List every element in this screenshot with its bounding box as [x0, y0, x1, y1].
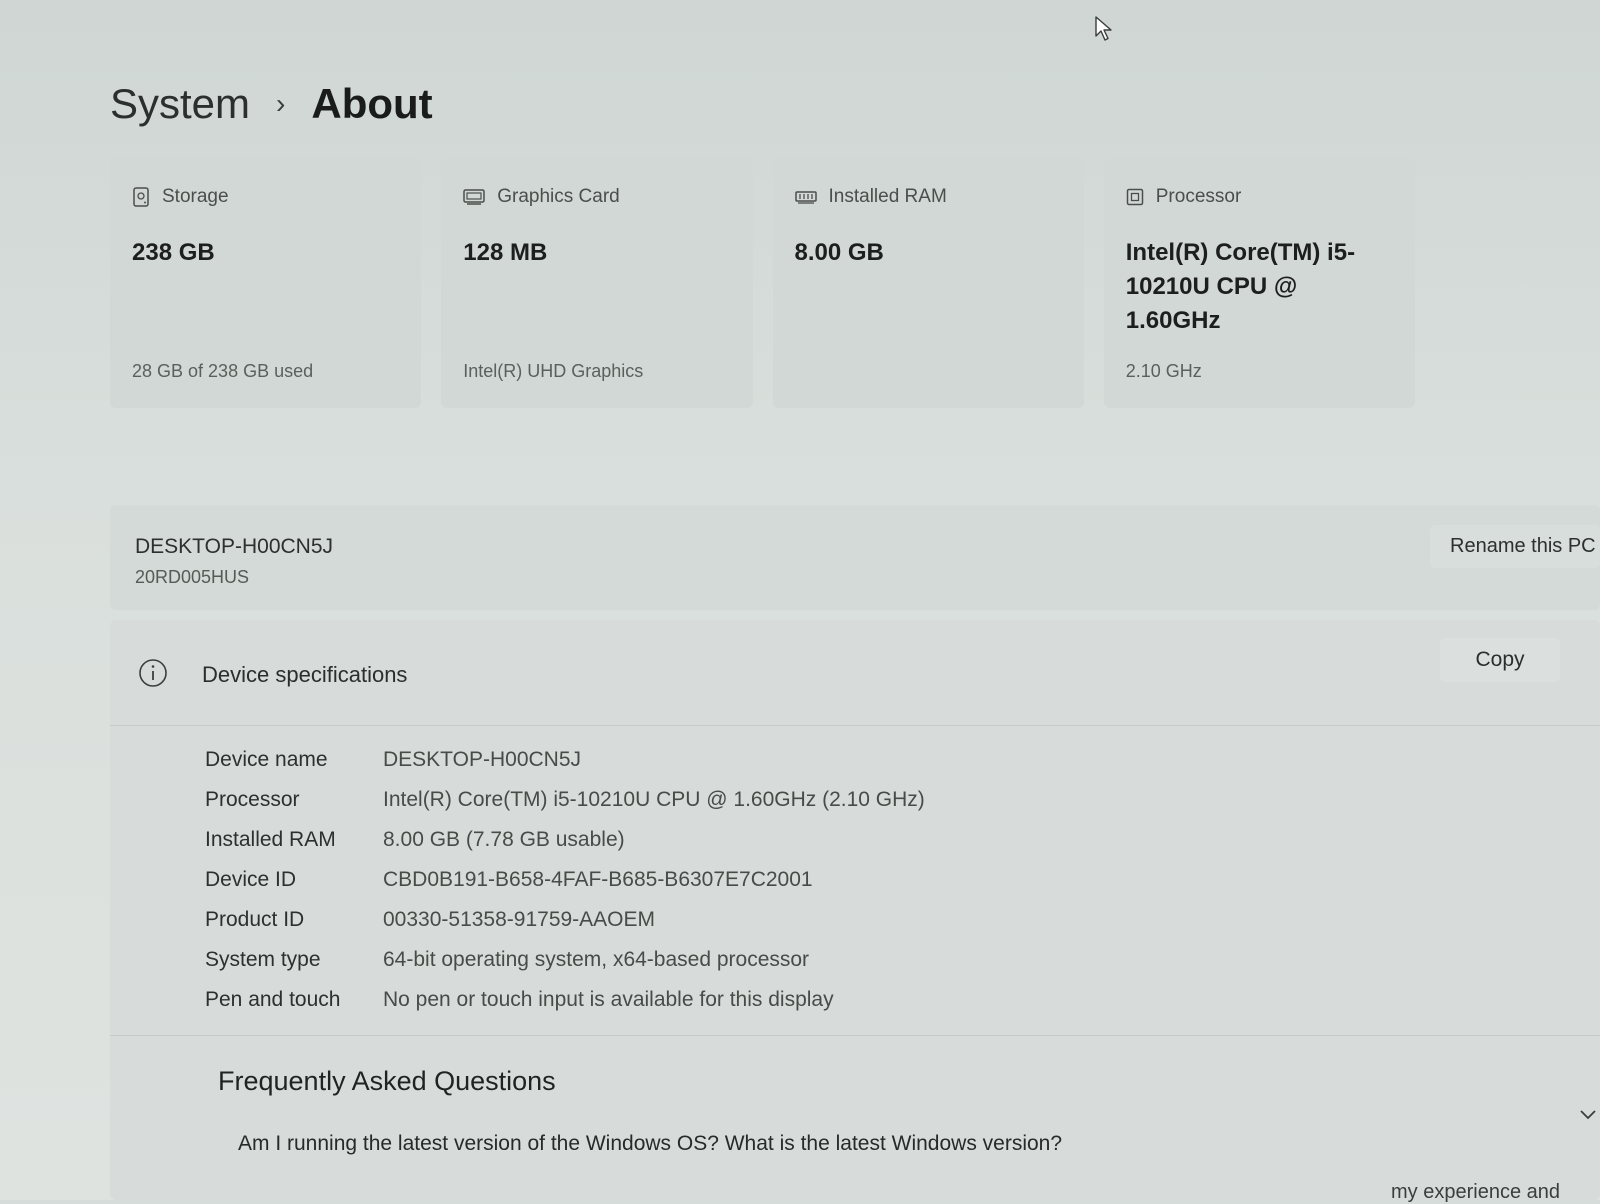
- storage-card-label: Storage: [162, 186, 229, 207]
- page-title: About: [311, 80, 433, 127]
- chevron-down-icon[interactable]: [1576, 1104, 1600, 1124]
- graphics-card-value: 128 MB: [463, 239, 548, 266]
- device-model: 20RD005HUS: [135, 567, 250, 587]
- spec-row-device-name: Device name DESKTOP-H00CN5J: [205, 740, 925, 780]
- storage-card-value: 238 GB: [132, 239, 215, 266]
- faq-section: Frequently Asked Questions Am I running …: [110, 1035, 1600, 1203]
- device-specifications-panel: Device specifications Copy Device name D…: [110, 620, 1600, 1203]
- spec-value[interactable]: CBD0B191-B658-4FAF-B685-B6307E7C2001: [383, 868, 813, 892]
- spec-label: Device ID: [205, 868, 297, 891]
- spec-value[interactable]: No pen or touch input is available for t…: [383, 988, 834, 1012]
- spec-value[interactable]: 64-bit operating system, x64-based proce…: [383, 948, 809, 972]
- storage-icon: [133, 187, 149, 207]
- ram-card-value: 8.00 GB: [794, 239, 884, 266]
- spec-row-processor: Processor Intel(R) Core(TM) i5-10210U CP…: [205, 780, 925, 820]
- processor-card-speed: 2.10 GHz: [1125, 361, 1202, 381]
- spec-label: Processor: [205, 788, 300, 811]
- spec-value[interactable]: 8.00 GB (7.78 GB usable): [383, 828, 625, 852]
- ram-card-label: Installed RAM: [828, 186, 947, 207]
- storage-card[interactable]: Storage 238 GB 28 GB of 238 GB used: [110, 158, 422, 408]
- device-name: DESKTOP-H00CN5J: [135, 535, 334, 558]
- spec-label: Installed RAM: [205, 828, 336, 851]
- spec-label: System type: [205, 948, 321, 971]
- spec-label: Product ID: [205, 908, 305, 931]
- faq-question[interactable]: Am I running the latest version of the W…: [238, 1132, 1062, 1156]
- copy-specs-button[interactable]: Copy: [1440, 638, 1560, 682]
- spec-row-installed-ram: Installed RAM 8.00 GB (7.78 GB usable): [205, 820, 925, 860]
- processor-card[interactable]: Processor Intel(R) Core(TM) i5-10210U CP…: [1103, 158, 1415, 408]
- info-icon: [139, 659, 167, 687]
- ram-card[interactable]: Installed RAM 8.00 GB: [772, 158, 1084, 408]
- graphics-card-card[interactable]: Graphics Card 128 MB Intel(R) UHD Graphi…: [441, 158, 753, 408]
- device-specifications-header[interactable]: Device specifications Copy: [110, 620, 1600, 726]
- breadcrumb-separator: ›: [276, 88, 286, 119]
- rename-pc-button[interactable]: Rename this PC: [1430, 525, 1600, 568]
- spec-label: Pen and touch: [205, 988, 341, 1011]
- device-specifications-title: Device specifications: [202, 662, 408, 687]
- mouse-pointer-icon: [1095, 16, 1112, 41]
- faq-title: Frequently Asked Questions: [218, 1066, 556, 1096]
- graphics-card-name: Intel(R) UHD Graphics: [463, 361, 644, 381]
- hardware-summary-cards: Storage 238 GB 28 GB of 238 GB used Grap…: [110, 158, 1415, 408]
- settings-page: System › About Storage 238 GB 28 GB of 2…: [0, 0, 1600, 1203]
- graphics-card-label: Graphics Card: [497, 186, 620, 207]
- processor-icon: [1126, 188, 1143, 206]
- device-name-panel: DESKTOP-H00CN5J 20RD005HUS Rename this P…: [110, 505, 1600, 610]
- spec-row-system-type: System type 64-bit operating system, x64…: [205, 940, 925, 980]
- processor-card-label: Processor: [1155, 186, 1242, 207]
- spec-row-pen-and-touch: Pen and touch No pen or touch input is a…: [205, 980, 925, 1020]
- faq-answer-text: my experience and: [1391, 1181, 1560, 1203]
- breadcrumb: System › About: [110, 80, 433, 128]
- ram-icon: [794, 191, 817, 204]
- spec-value[interactable]: Intel(R) Core(TM) i5-10210U CPU @ 1.60GH…: [383, 788, 925, 812]
- spec-row-device-id: Device ID CBD0B191-B658-4FAF-B685-B6307E…: [205, 860, 925, 900]
- spec-rows: Device name DESKTOP-H00CN5J Processor In…: [205, 740, 925, 1020]
- spec-value[interactable]: DESKTOP-H00CN5J: [383, 748, 581, 772]
- storage-card-usage: 28 GB of 238 GB used: [132, 361, 314, 381]
- graphics-card-icon: [463, 189, 485, 205]
- spec-value[interactable]: 00330-51358-91759-AAOEM: [383, 908, 655, 932]
- breadcrumb-system[interactable]: System: [110, 80, 250, 128]
- processor-card-value: Intel(R) Core(TM) i5-10210U CPU @ 1.60GH…: [1125, 239, 1356, 334]
- spec-label: Device name: [205, 748, 328, 771]
- spec-row-product-id: Product ID 00330-51358-91759-AAOEM: [205, 900, 925, 940]
